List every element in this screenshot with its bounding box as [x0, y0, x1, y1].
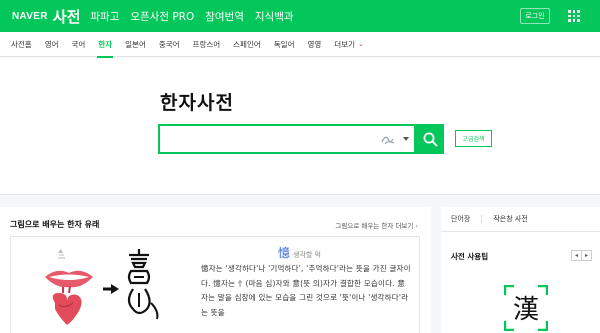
top-nav-papago[interactable]: 파파고 [90, 9, 119, 24]
search-section: 한자사전 고급검색 [0, 58, 600, 195]
tips-title: 사전 사용팁 [451, 252, 489, 261]
search-input[interactable] [160, 126, 370, 152]
hanja-character[interactable]: 憶 [278, 244, 290, 261]
panel-title: 그림으로 배우는 한자 유래 [10, 220, 100, 229]
top-nav: 파파고 오픈사전 PRO 참여번역 지식백과 [90, 9, 304, 24]
apps-grid-icon[interactable] [568, 10, 580, 22]
top-nav-translate[interactable]: 참여번역 [205, 9, 244, 24]
tips-pager: ◂ ▸ [571, 250, 592, 261]
chevron-right-icon: › [415, 222, 418, 230]
caret-down-icon[interactable] [403, 137, 409, 141]
naver-logo[interactable]: NAVER [12, 11, 48, 22]
tab-spanish[interactable]: 스페인어 [233, 32, 261, 57]
service-title[interactable]: 사전 [53, 6, 81, 27]
hanja-tip-icon: 漢 [504, 285, 548, 331]
hanja-heading[interactable]: 憶 생각할 억 [278, 244, 321, 261]
mini-dictionary-link[interactable]: 작은창 사전 [493, 214, 527, 224]
top-nav-opendict[interactable]: 오픈사전 PRO [130, 9, 194, 24]
login-button[interactable]: 로그인 [520, 8, 550, 24]
tab-more[interactable]: 더보기 ⌄ [334, 32, 364, 57]
tab-korean[interactable]: 국어 [72, 32, 86, 57]
tab-home[interactable]: 사전홈 [11, 32, 32, 57]
page-title: 한자사전 [160, 92, 234, 114]
global-header: NAVER 사전 파파고 오픈사전 PRO 참여번역 지식백과 로그인 [0, 0, 600, 32]
side-tabs: 단어장 작은창 사전 [441, 207, 600, 232]
advanced-search-button[interactable]: 고급검색 [455, 130, 492, 147]
chevron-down-icon: ⌄ [357, 40, 364, 48]
side-panel: 단어장 작은창 사전 사전 사용팁 ◂ ▸ 漢 [441, 207, 600, 333]
tip-glyph: 漢 [513, 295, 539, 325]
tab-english[interactable]: 영어 [45, 32, 59, 57]
tab-german[interactable]: 독일어 [274, 32, 295, 57]
origin-description: 憶자는 '생각하다'나 '기억하다', '추억하다'라는 뜻을 가진 글자이다.… [201, 264, 411, 317]
tab-hanja[interactable]: 한자 [97, 32, 113, 58]
next-arrow-icon[interactable]: ▸ [581, 250, 592, 261]
top-nav-encyclopedia[interactable]: 지식백과 [255, 9, 294, 24]
tab-more-label: 더보기 [334, 39, 355, 49]
dictionary-tabs: 사전홈 영어 국어 한자 일본어 중국어 프랑스어 스페인어 독일어 영영 더보… [0, 32, 600, 58]
more-link-label: 그림으로 배우는 한자 더보기 [335, 222, 414, 230]
search-icon [423, 132, 437, 146]
hanja-meaning: 생각할 억 [293, 251, 322, 259]
tab-japanese[interactable]: 일본어 [125, 32, 146, 57]
more-link[interactable]: 그림으로 배우는 한자 더보기 › [335, 220, 418, 230]
tab-french[interactable]: 프랑스어 [193, 32, 221, 57]
wordbook-link[interactable]: 단어장 [451, 214, 470, 224]
tab-chinese[interactable]: 중국어 [159, 32, 180, 57]
tab-english-english[interactable]: 영영 [307, 32, 321, 57]
handwriting-input-icon[interactable] [380, 133, 396, 146]
hanja-origin-illustration [45, 249, 159, 325]
search-box [158, 124, 416, 154]
search-button[interactable] [416, 124, 444, 154]
hanja-origin-panel: 그림으로 배우는 한자 유래 그림으로 배우는 한자 더보기 › 憶 생각할 억… [0, 207, 431, 333]
origin-card[interactable]: 憶 생각할 억 憶자는 '생각하다'나 '기억하다', '추억하다'라는 뜻을 … [10, 236, 420, 333]
tab-divider [481, 215, 483, 223]
